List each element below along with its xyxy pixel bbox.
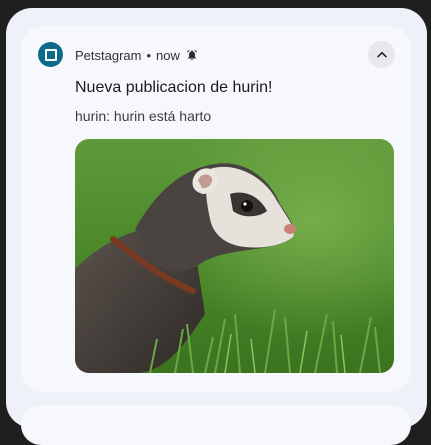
- notification-body: hurin: hurin está harto: [75, 108, 212, 124]
- ferret-photo[interactable]: [75, 139, 394, 373]
- petstagram-app-icon: [38, 42, 63, 67]
- notification-header: Petstagram • now: [75, 46, 198, 64]
- next-notification-card[interactable]: [21, 405, 411, 445]
- timestamp: now: [156, 47, 180, 63]
- ferret-image: [75, 139, 394, 373]
- header-separator: •: [146, 47, 152, 63]
- collapse-button[interactable]: [368, 41, 395, 68]
- app-name: Petstagram: [75, 47, 142, 63]
- notification-title: Nueva publicacion de hurin!: [75, 79, 273, 96]
- bell-icon: [186, 50, 197, 60]
- chevron-up-icon: [376, 51, 387, 58]
